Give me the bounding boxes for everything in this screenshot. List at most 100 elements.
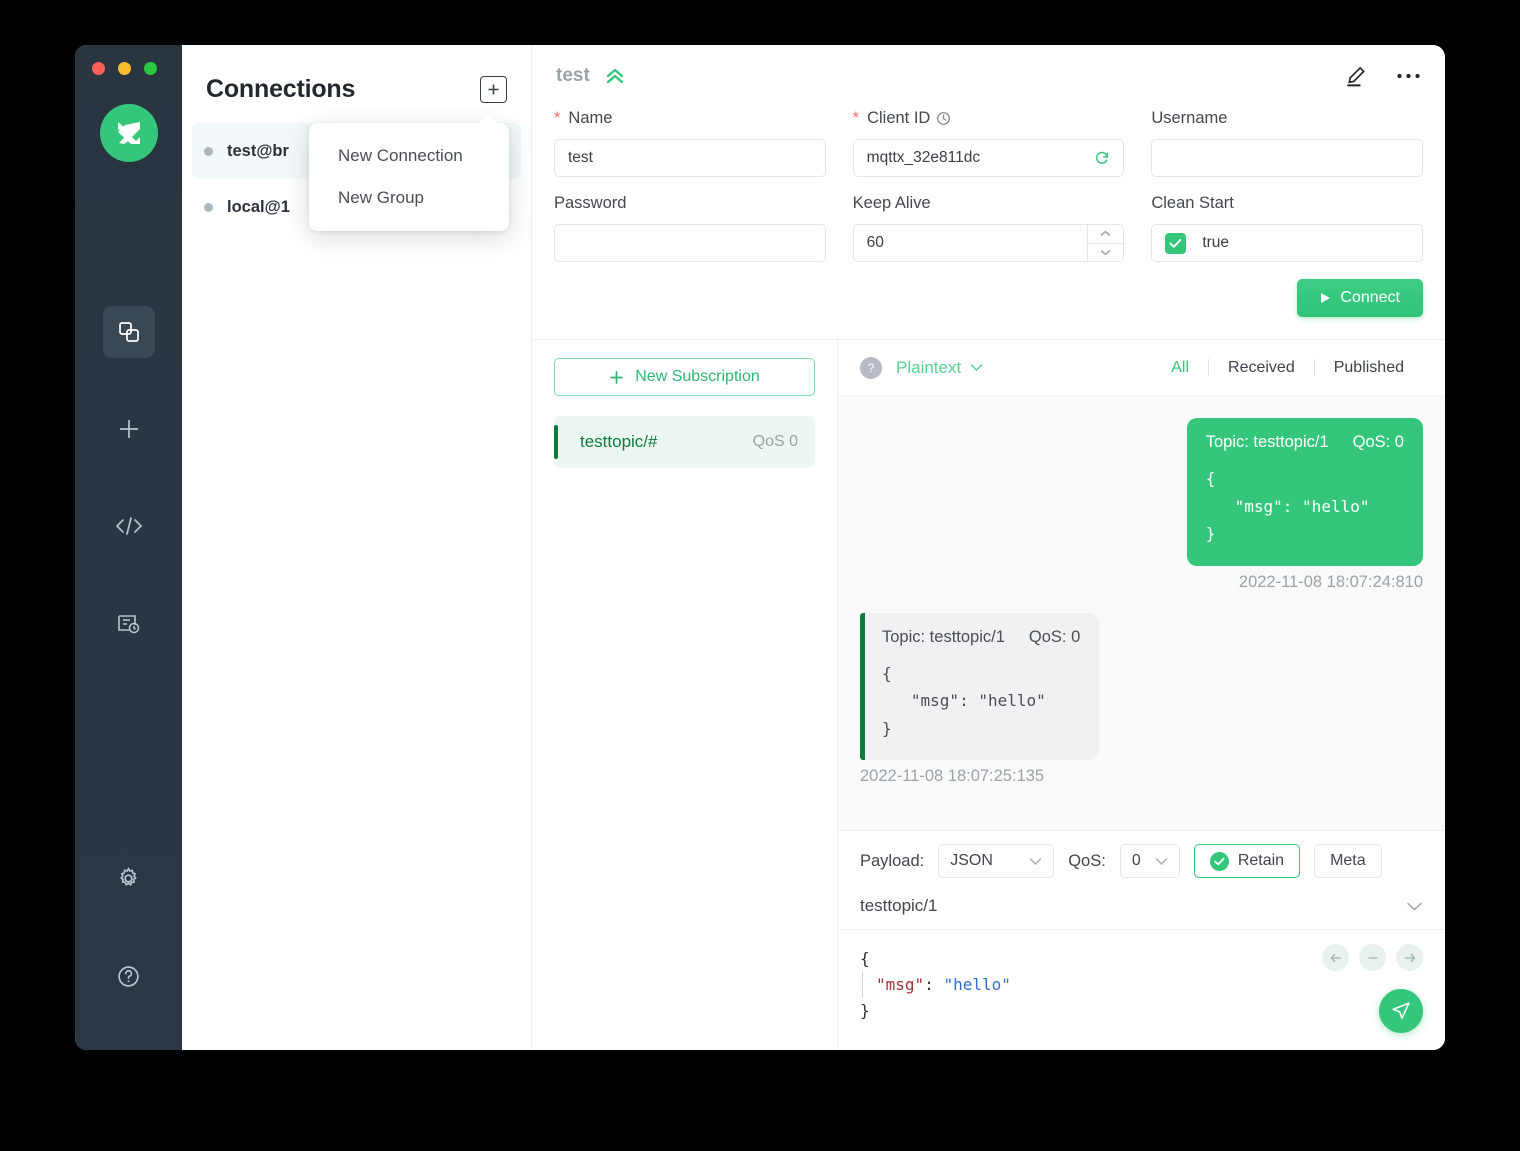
label-text: Clean Start [1151, 194, 1234, 213]
keep-alive-value: 60 [867, 234, 1111, 252]
chevron-down-icon [970, 363, 983, 372]
undo-arrow-left-icon[interactable] [1322, 944, 1349, 971]
chevron-down-icon[interactable] [1406, 901, 1423, 912]
add-connection-button[interactable] [480, 76, 507, 103]
sidebar-item-help[interactable] [103, 950, 155, 1002]
connection-fields-grid: * Name test * Client ID [554, 107, 1423, 262]
connections-panel: Connections test@br local@1 New Connecti… [182, 45, 532, 1050]
question-circle-icon [116, 964, 141, 989]
main-content: test [532, 45, 1445, 1050]
field-name: * Name test [554, 109, 826, 177]
subscription-item[interactable]: testtopic/# QoS 0 [554, 416, 815, 468]
connection-form: test [532, 45, 1445, 340]
window-minimize-button[interactable] [118, 62, 131, 75]
password-input[interactable] [554, 224, 826, 262]
client-id-label: * Client ID [853, 109, 1125, 128]
clean-start-field[interactable]: true [1151, 224, 1423, 262]
field-clean-start: Clean Start true [1151, 194, 1423, 262]
message-qos: QoS: 0 [1029, 628, 1080, 647]
connect-button-label: Connect [1340, 289, 1400, 307]
subscription-topic: testtopic/# [580, 432, 753, 452]
code-brackets-icon [115, 514, 143, 538]
left-icon-rail [75, 45, 182, 1050]
status-dot-icon [204, 147, 213, 156]
message-header: Topic: testtopic/1 QoS: 0 [1206, 433, 1404, 452]
label-text: Keep Alive [853, 194, 931, 213]
payload-format-selector[interactable]: Plaintext [896, 358, 983, 378]
minus-icon[interactable] [1359, 944, 1386, 971]
rail-bottom-group [103, 852, 155, 1002]
clock-icon[interactable] [936, 111, 951, 126]
window-maximize-button[interactable] [144, 62, 157, 75]
qos-select[interactable]: 0 [1120, 844, 1180, 878]
plus-icon [609, 370, 624, 385]
keep-alive-input[interactable]: 60 [853, 224, 1125, 262]
play-triangle-icon [1320, 292, 1331, 304]
connect-button-row: Connect [554, 279, 1423, 317]
filter-published[interactable]: Published [1315, 359, 1423, 377]
publish-topic-row[interactable]: testtopic/1 [838, 890, 1445, 930]
sidebar-item-settings[interactable] [103, 852, 155, 904]
window-close-button[interactable] [92, 62, 105, 75]
send-button[interactable] [1379, 989, 1423, 1033]
filter-received[interactable]: Received [1209, 359, 1314, 377]
ellipsis-icon[interactable] [1396, 72, 1421, 80]
rail-icon-group [103, 306, 155, 694]
subscriptions-panel: New Subscription testtopic/# QoS 0 [532, 340, 838, 1050]
menu-item-new-group[interactable]: New Group [309, 177, 509, 219]
label-text: Name [568, 109, 612, 128]
redo-arrow-right-icon[interactable] [1396, 944, 1423, 971]
publish-box: Payload: JSON QoS: 0 [838, 830, 1445, 1050]
new-subscription-label: New Subscription [635, 368, 760, 386]
publish-editor[interactable]: { "msg": "hello" } [838, 930, 1445, 1050]
message-bubble[interactable]: Topic: testtopic/1 QoS: 0 { "msg": "hell… [1187, 418, 1423, 566]
message-bubble[interactable]: Topic: testtopic/1 QoS: 0 { "msg": "hell… [860, 613, 1099, 761]
question-circle-icon[interactable]: ? [860, 357, 882, 379]
pencil-icon[interactable] [1344, 64, 1369, 89]
code-line-3: } [860, 1001, 870, 1020]
message-list[interactable]: Topic: testtopic/1 QoS: 0 { "msg": "hell… [838, 396, 1445, 830]
double-chevron-up-icon[interactable] [604, 67, 626, 85]
sidebar-item-connections[interactable] [103, 306, 155, 358]
check-circle-icon [1210, 852, 1229, 871]
label-text: Client ID [867, 109, 930, 128]
field-keep-alive: Keep Alive 60 [853, 194, 1125, 262]
new-subscription-button[interactable]: New Subscription [554, 358, 815, 396]
sidebar-item-log[interactable] [103, 597, 155, 649]
sidebar-item-scripts[interactable] [103, 500, 155, 552]
retain-toggle[interactable]: Retain [1194, 844, 1300, 878]
connect-button[interactable]: Connect [1297, 279, 1423, 317]
publish-topic-value: testtopic/1 [860, 896, 938, 916]
client-id-input[interactable]: mqttx_32e811dc [853, 139, 1125, 177]
chevron-down-icon [1029, 857, 1042, 866]
stepper-down-icon[interactable] [1088, 244, 1123, 262]
connections-header: Connections [182, 45, 531, 104]
plus-icon [116, 416, 142, 442]
username-input[interactable] [1151, 139, 1423, 177]
message-payload: { "msg": "hello" } [882, 660, 1080, 743]
filter-all[interactable]: All [1152, 359, 1208, 377]
log-history-icon [116, 611, 141, 636]
code-indent-guide: "msg": "hello" [862, 972, 1011, 998]
payload-format-label: Plaintext [896, 358, 961, 378]
keep-alive-stepper[interactable] [1087, 225, 1123, 261]
messages-toolbar: ? Plaintext All Received Published [838, 340, 1445, 396]
message-timestamp: 2022-11-08 18:07:25:135 [860, 767, 1044, 786]
name-input[interactable]: test [554, 139, 826, 177]
client-id-value: mqttx_32e811dc [867, 149, 1095, 167]
required-asterisk: * [853, 109, 859, 128]
message-row-published: Topic: testtopic/1 QoS: 0 { "msg": "hell… [860, 418, 1423, 592]
refresh-icon[interactable] [1094, 150, 1110, 166]
code-key: "msg" [876, 975, 924, 994]
status-dot-icon [204, 203, 213, 212]
sidebar-item-new-connection[interactable] [103, 403, 155, 455]
menu-item-new-connection[interactable]: New Connection [309, 135, 509, 177]
keep-alive-label: Keep Alive [853, 194, 1125, 213]
chevron-down-icon [1155, 857, 1168, 866]
payload-format-select[interactable]: JSON [938, 844, 1054, 878]
clean-start-checkbox[interactable] [1165, 233, 1186, 254]
stepper-up-icon[interactable] [1088, 225, 1123, 244]
code-line-1: { [860, 949, 870, 968]
app-window: Connections test@br local@1 New Connecti… [75, 45, 1445, 1050]
meta-button[interactable]: Meta [1314, 844, 1382, 878]
